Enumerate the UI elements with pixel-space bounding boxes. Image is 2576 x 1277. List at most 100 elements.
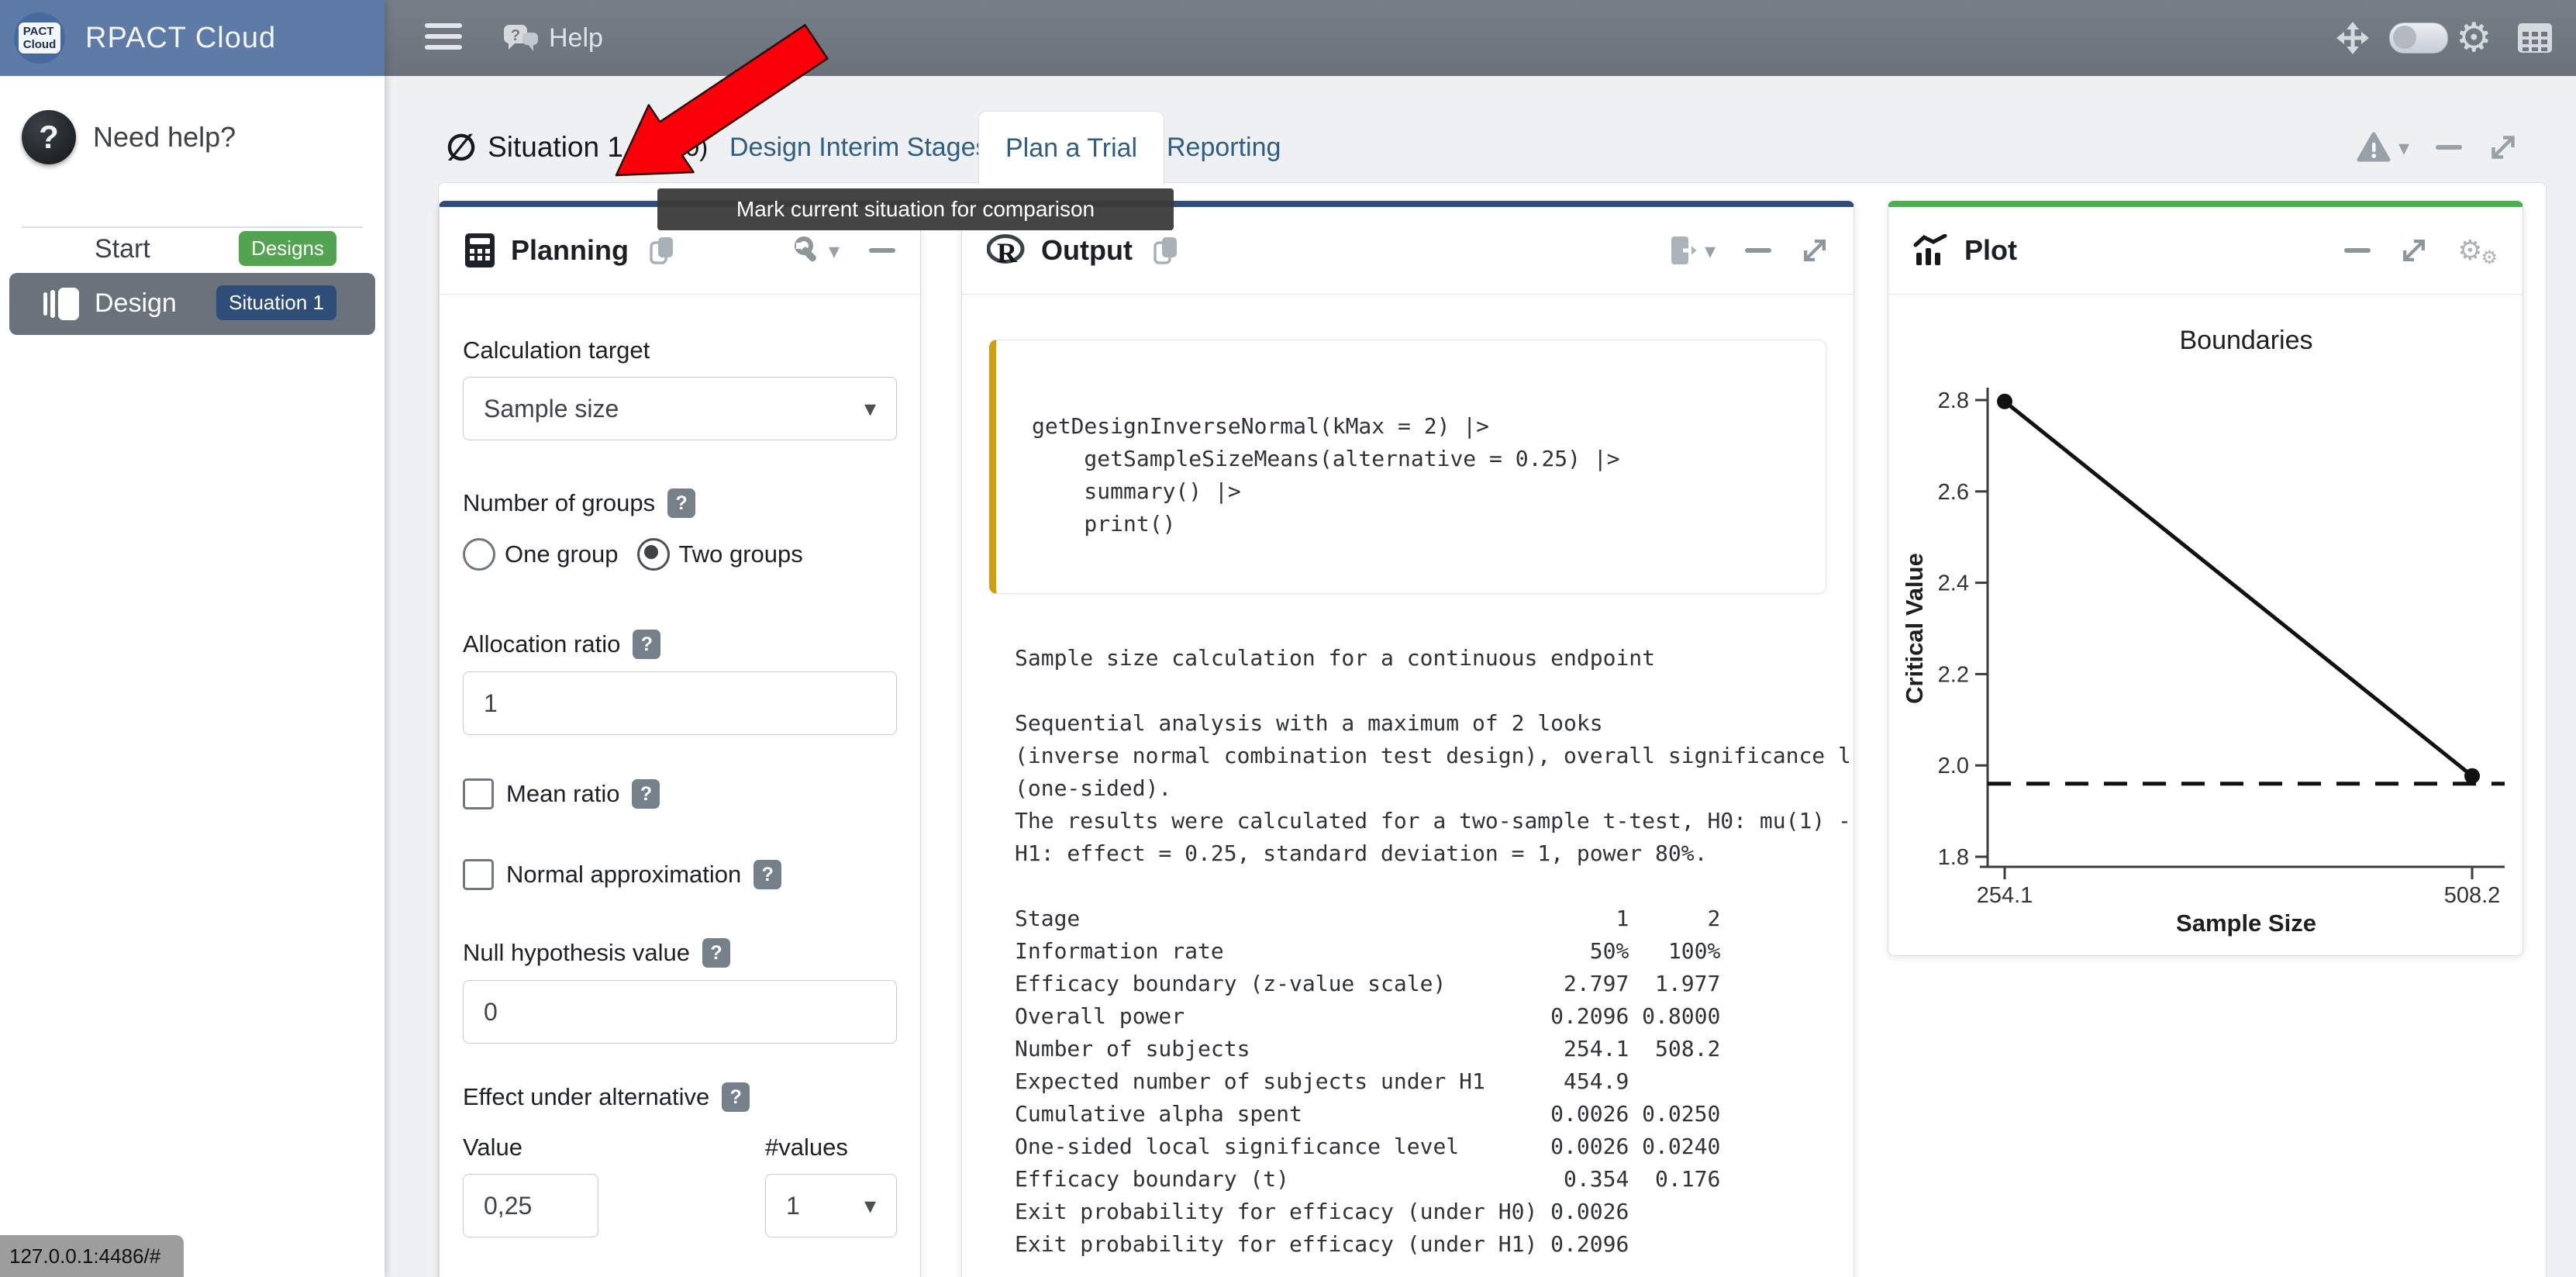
checkbox-label: Mean ratio <box>506 780 619 808</box>
svg-text:2.4: 2.4 <box>1938 571 1969 596</box>
collapse-minus-icon[interactable] <box>869 248 895 253</box>
help-badge-icon[interactable]: ? <box>702 938 730 968</box>
question-circle-icon: ? <box>22 110 76 164</box>
r-output-text: Sample size calculation for a continuous… <box>1015 642 1852 1261</box>
svg-text:2.8: 2.8 <box>1938 388 1969 413</box>
sidebar-toggle-hamburger-icon[interactable] <box>425 23 462 53</box>
warning-triangle-icon <box>2357 132 2391 163</box>
chevron-down-icon: ▾ <box>864 395 876 423</box>
r-code-card: getDesignInverseNormal(kMax = 2) |> getS… <box>989 340 1826 594</box>
dark-mode-toggle[interactable] <box>2389 0 2448 76</box>
brand-header: PACT Cloud RPACT Cloud <box>0 0 385 76</box>
app-title: RPACT Cloud <box>85 22 276 55</box>
status-url: 127.0.0.1:4486/# <box>0 1235 184 1277</box>
export-file-icon <box>1669 235 1698 266</box>
svg-text:508.2: 508.2 <box>2444 883 2501 908</box>
calculation-target-select[interactable]: Sample size ▾ <box>463 377 897 440</box>
nvalues-select[interactable]: 1 ▾ <box>765 1174 897 1237</box>
svg-text:1.8: 1.8 <box>1938 845 1969 870</box>
mean-ratio-checkbox[interactable] <box>463 778 494 809</box>
situation-badge: Situation 1 <box>216 285 336 320</box>
rpact-logo: PACT Cloud <box>14 12 65 64</box>
expand-icon[interactable] <box>2488 133 2518 162</box>
panel-title: Plot <box>1964 234 2017 267</box>
help-badge-icon[interactable]: ? <box>632 779 660 809</box>
planning-panel: Planning ▾ Calculation target Samp <box>439 201 921 1277</box>
chevron-down-icon: ▾ <box>864 1192 876 1220</box>
sidebar-item-label: Start <box>95 234 150 264</box>
expand-icon[interactable] <box>1801 236 1829 264</box>
svg-text:2.2: 2.2 <box>1938 662 1969 687</box>
effect-under-alternative-label: Effect under alternative ? <box>463 1082 897 1112</box>
fullscreen-arrows-icon[interactable] <box>2335 0 2371 76</box>
boundaries-chart: Boundaries 1.8 2.0 2.2 2.4 2.6 2.8 254.1 508.2 Sa… <box>1888 301 2523 944</box>
r-logo-icon: R <box>987 234 1026 267</box>
need-help-label: Need help? <box>93 121 236 154</box>
groups-radio-group: One group Two groups <box>463 538 897 571</box>
panel-title: Output <box>1041 234 1133 267</box>
checkbox-label: Normal approximation <box>506 861 741 889</box>
null-hypothesis-label: Null hypothesis value ? <box>463 938 897 968</box>
help-badge-icon[interactable]: ? <box>722 1082 750 1112</box>
svg-text:Sample Size: Sample Size <box>2176 909 2316 937</box>
tabrow-controls: ▾ <box>2357 111 2518 184</box>
effect-value-input[interactable]: 0,25 <box>463 1174 598 1237</box>
radio-two-groups[interactable] <box>637 538 670 571</box>
nvalues-label: #values <box>765 1134 897 1161</box>
chat-question-glyph: ? <box>511 27 520 44</box>
plot-header: Plot ⚙⚙ <box>1888 207 2523 295</box>
radio-label: Two groups <box>679 540 803 568</box>
tab-reporting[interactable]: Reporting <box>1167 111 1281 184</box>
svg-text:Boundaries: Boundaries <box>2179 326 2312 355</box>
caret-down-icon: ▾ <box>829 238 840 264</box>
settings-gear-icon[interactable]: ⚙ <box>2456 0 2492 76</box>
collapse-minus-icon[interactable] <box>2436 145 2462 150</box>
copy-icon[interactable] <box>647 234 677 267</box>
value-label: Value <box>463 1134 598 1161</box>
designs-badge: Designs <box>239 231 336 266</box>
caret-down-icon: ▾ <box>1705 238 1716 264</box>
svg-text:2.0: 2.0 <box>1938 754 1969 778</box>
need-help-item[interactable]: ? Need help? <box>0 104 385 197</box>
r-code[interactable]: getDesignInverseNormal(kMax = 2) |> getS… <box>996 340 1826 540</box>
output-panel: R Output ▾ <box>961 201 1854 1277</box>
sidebar: PACT Cloud RPACT Cloud ? Need help? Star… <box>0 0 385 1277</box>
svg-text:254.1: 254.1 <box>1977 883 2033 908</box>
radio-label: One group <box>505 540 619 568</box>
allocation-ratio-label: Allocation ratio ? <box>463 630 897 659</box>
help-badge-icon[interactable]: ? <box>667 488 695 518</box>
help-badge-icon[interactable]: ? <box>753 860 781 889</box>
caret-down-icon: ▾ <box>2398 135 2409 160</box>
export-menu[interactable]: ▾ <box>1669 235 1716 266</box>
copy-icon[interactable] <box>1151 234 1181 267</box>
plot-panel: Plot ⚙⚙ Boundaries 1.8 2.0 2.2 2.4 2.6 2.8 254.… <box>1888 201 2523 956</box>
wrench-icon <box>795 236 822 264</box>
planning-form: Calculation target Sample size ▾ Number … <box>440 337 920 1277</box>
normal-approximation-row: Normal approximation ? <box>463 859 897 890</box>
rpact-cloud-app: ? Help ⚙ <box>0 0 2576 1277</box>
grid-table-icon[interactable] <box>2516 0 2554 76</box>
expand-icon[interactable] <box>2400 236 2428 264</box>
svg-text:R: R <box>997 237 1018 267</box>
help-badge-icon[interactable]: ? <box>633 630 660 659</box>
mean-ratio-row: Mean ratio ? <box>463 778 897 809</box>
tools-wrench-menu[interactable]: ▾ <box>795 236 840 264</box>
warnings-dropdown[interactable]: ▾ <box>2357 132 2409 163</box>
allocation-ratio-input[interactable]: 1 <box>463 671 897 735</box>
calculation-target-label: Calculation target <box>463 337 897 364</box>
sidebar-item-label: Design <box>95 288 177 319</box>
collapse-minus-icon[interactable] <box>2344 248 2371 253</box>
sidebar-item-design[interactable]: Design Situation 1 <box>9 273 375 335</box>
number-of-groups-label: Number of groups ? <box>463 488 897 518</box>
null-hypothesis-input[interactable]: 0 <box>463 980 897 1044</box>
sidebar-item-start[interactable]: Start Designs <box>9 219 375 281</box>
chat-help-icon: ? <box>501 20 541 56</box>
normal-approximation-checkbox[interactable] <box>463 859 494 890</box>
plot-settings-gears-icon[interactable]: ⚙⚙ <box>2457 233 2498 269</box>
svg-text:2.6: 2.6 <box>1938 480 1969 505</box>
tab-plan-a-trial[interactable]: Plan a Trial <box>978 111 1164 185</box>
collapse-minus-icon[interactable] <box>1745 248 1771 253</box>
radio-one-group[interactable] <box>463 538 495 571</box>
annotation-arrow <box>543 22 868 208</box>
calculator-icon <box>464 233 495 268</box>
